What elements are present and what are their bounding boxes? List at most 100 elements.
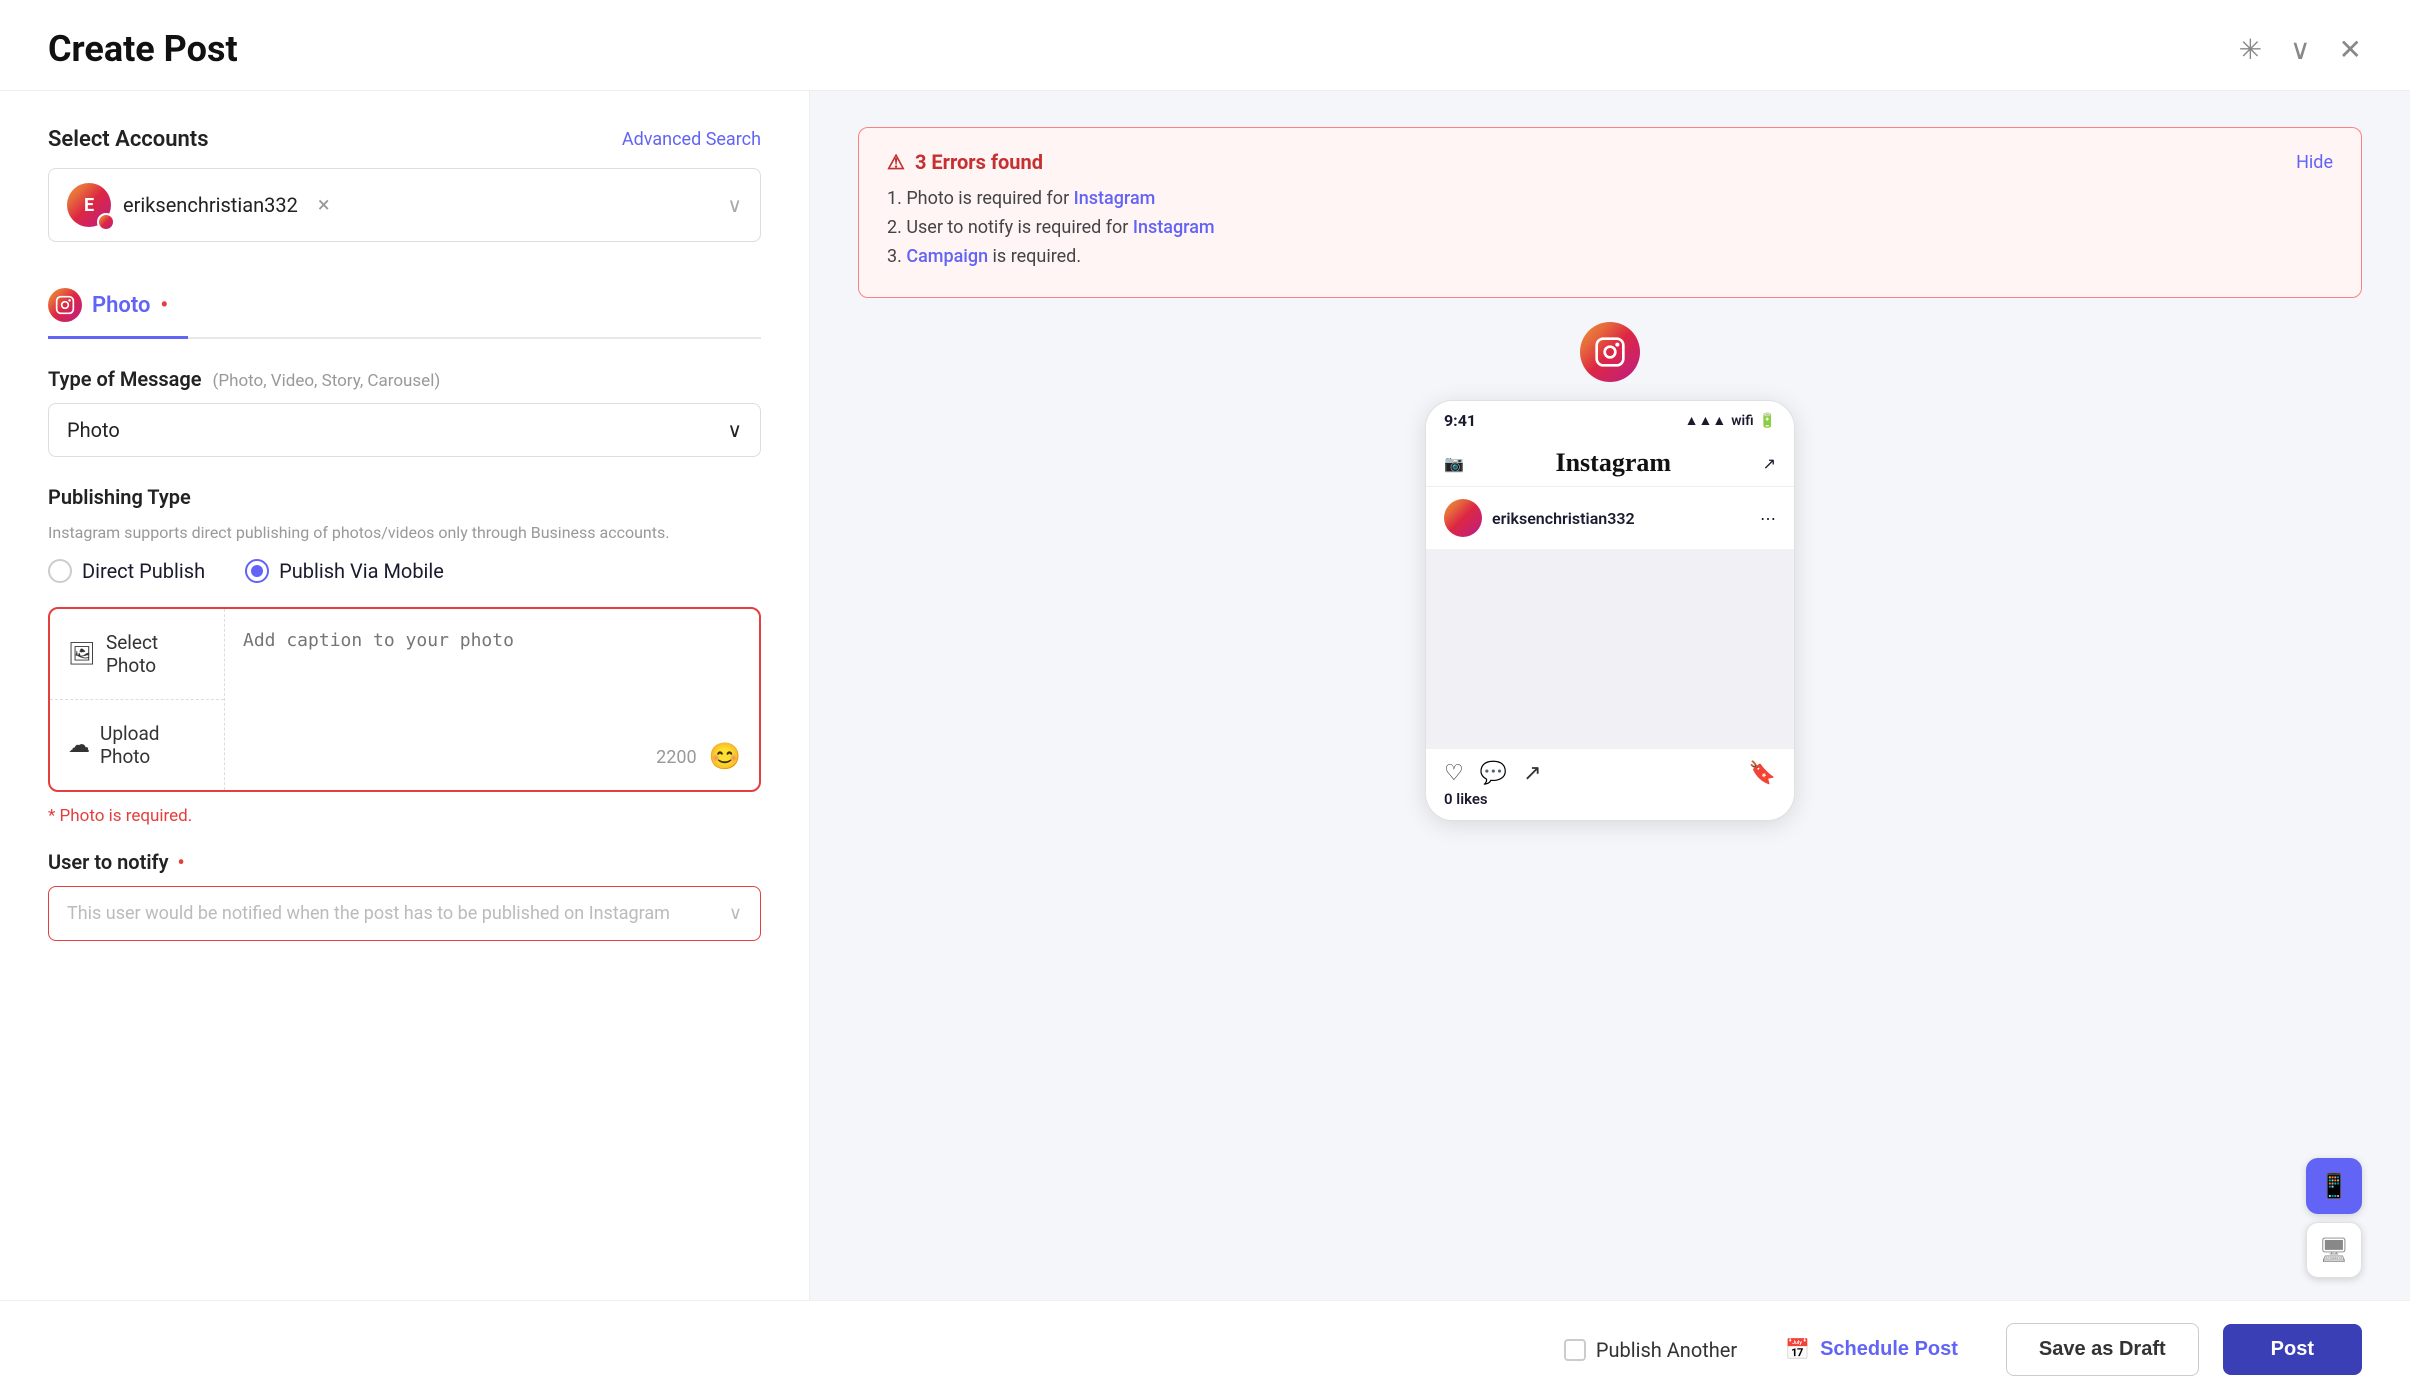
upload-left-panel: 🖼 Select Photo ☁ Upload Photo: [50, 609, 225, 790]
bookmark-icon[interactable]: 🔖: [1749, 761, 1776, 786]
error-banner-header: ⚠ 3 Errors found Hide: [887, 150, 2333, 174]
publish-another-option[interactable]: Publish Another: [1564, 1338, 1737, 1362]
select-photo-button[interactable]: 🖼 Select Photo: [50, 609, 224, 700]
heart-icon[interactable]: ♡: [1444, 761, 1464, 786]
phone-user: eriksenchristian332: [1444, 499, 1635, 537]
instagram-icon: [48, 288, 82, 322]
wifi-icon: wifi: [1731, 413, 1753, 429]
header-actions: ✳ ∨ ✕: [2239, 33, 2362, 66]
app-name: Instagram: [1555, 448, 1671, 478]
ig-badge: [97, 213, 115, 231]
publish-another-checkbox[interactable]: [1564, 1339, 1586, 1361]
type-of-message-group: Type of Message (Photo, Video, Story, Ca…: [48, 367, 761, 457]
bottom-bar: Publish Another 📅 Schedule Post Save as …: [0, 1300, 2410, 1398]
phone-content-area: [1426, 549, 1794, 749]
chevron-down-icon: ∨: [727, 193, 742, 217]
phone-likes: 0 likes: [1426, 790, 1794, 820]
phone-avatar: [1444, 499, 1482, 537]
type-of-message-label: Type of Message (Photo, Video, Story, Ca…: [48, 367, 761, 391]
tabs-container: Photo •: [48, 274, 761, 339]
chevron-down-icon: ∨: [729, 903, 742, 924]
user-to-notify-select[interactable]: This user would be notified when the pos…: [48, 886, 761, 941]
direct-publish-option[interactable]: Direct Publish: [48, 559, 205, 583]
tab-photo[interactable]: Photo •: [48, 274, 188, 339]
main-content: Select Accounts Advanced Search E erikse…: [0, 91, 2410, 1300]
pin-icon[interactable]: ✳: [2239, 33, 2262, 66]
send-icon[interactable]: ↗: [1763, 454, 1776, 473]
account-select-box[interactable]: E eriksenchristian332 × ∨: [48, 168, 761, 242]
share-icon[interactable]: ↗: [1523, 761, 1541, 786]
publishing-type-label: Publishing Type: [48, 485, 761, 509]
user-to-notify-group: User to notify • This user would be noti…: [48, 850, 761, 941]
phone-status-bar: 9:41 ▲▲▲ wifi 🔋: [1426, 401, 1794, 440]
radio-inner: [251, 565, 263, 577]
required-dot: •: [178, 850, 185, 874]
tab-photo-label: Photo: [92, 293, 150, 318]
phone-action-left: ♡ 💬 ↗: [1444, 761, 1542, 786]
upload-icon: ☁: [68, 733, 90, 758]
publish-via-mobile-option[interactable]: Publish Via Mobile: [245, 559, 444, 583]
error-banner-title: ⚠ 3 Errors found: [887, 150, 1043, 174]
error-list: 1. Photo is required for Instagram 2. Us…: [887, 188, 2333, 267]
direct-publish-label: Direct Publish: [82, 559, 205, 583]
desktop-icon: 🖥: [2319, 1236, 2349, 1264]
phone-status-icons: ▲▲▲ wifi 🔋: [1685, 412, 1776, 429]
avatar: E: [67, 183, 111, 227]
caption-input[interactable]: [243, 627, 741, 742]
page-title: Create Post: [48, 28, 238, 70]
device-toggle: 📱 🖥: [2306, 1158, 2362, 1278]
close-icon[interactable]: ✕: [2339, 33, 2362, 66]
phone-actions: ♡ 💬 ↗ 🔖: [1426, 749, 1794, 790]
camera-icon[interactable]: 📷: [1444, 454, 1464, 473]
hide-errors-button[interactable]: Hide: [2296, 152, 2333, 173]
type-of-message-value: Photo: [67, 418, 120, 442]
phone-username: eriksenchristian332: [1492, 509, 1635, 528]
ig-preview-icon: [1580, 322, 1640, 382]
upload-photo-label: Upload Photo: [100, 722, 206, 768]
more-icon[interactable]: ⋯: [1760, 509, 1776, 528]
account-name: eriksenchristian332: [123, 193, 298, 217]
upload-photo-button[interactable]: ☁ Upload Photo: [50, 700, 224, 790]
publishing-type-radio-group: Direct Publish Publish Via Mobile: [48, 559, 761, 583]
chevron-down-icon: ∨: [727, 418, 742, 442]
desktop-view-button[interactable]: 🖥: [2306, 1222, 2362, 1278]
post-button[interactable]: Post: [2223, 1324, 2362, 1375]
error-instagram-link-2[interactable]: Instagram: [1133, 217, 1215, 238]
schedule-post-button[interactable]: 📅 Schedule Post: [1761, 1323, 1982, 1376]
publish-via-mobile-label: Publish Via Mobile: [279, 559, 444, 583]
save-as-draft-button[interactable]: Save as Draft: [2006, 1323, 2199, 1376]
upload-area: 🖼 Select Photo ☁ Upload Photo 2200 😊: [48, 607, 761, 792]
type-of-message-select[interactable]: Photo ∨: [48, 403, 761, 457]
error-instagram-link-1[interactable]: Instagram: [1074, 188, 1156, 209]
phone-time: 9:41: [1444, 411, 1476, 430]
chevron-down-icon[interactable]: ∨: [2290, 33, 2311, 66]
account-tag: E eriksenchristian332 ×: [67, 183, 330, 227]
warning-icon: ⚠: [887, 150, 905, 174]
error-item-2: 2. User to notify is required for Instag…: [887, 217, 2333, 238]
page-header: Create Post ✳ ∨ ✕: [0, 0, 2410, 91]
select-accounts-label: Select Accounts: [48, 127, 209, 152]
publish-another-label: Publish Another: [1596, 1338, 1737, 1362]
error-banner: ⚠ 3 Errors found Hide 1. Photo is requir…: [858, 127, 2362, 298]
emoji-button[interactable]: 😊: [709, 742, 741, 772]
user-to-notify-placeholder: This user would be notified when the pos…: [67, 903, 670, 924]
battery-icon: 🔋: [1759, 413, 1776, 429]
phone-preview-container: 9:41 ▲▲▲ wifi 🔋 📷 Instagram ↗: [858, 322, 2362, 1264]
publishing-type-section: Publishing Type Instagram supports direc…: [48, 485, 761, 583]
comment-icon[interactable]: 💬: [1480, 761, 1507, 786]
phone-nav-bar: 📷 Instagram ↗: [1426, 440, 1794, 487]
left-panel: Select Accounts Advanced Search E erikse…: [0, 91, 810, 1300]
char-count: 2200: [656, 747, 696, 768]
mobile-icon: 📱: [2319, 1172, 2349, 1200]
error-campaign-link[interactable]: Campaign: [906, 246, 988, 267]
photo-icon: 🖼: [68, 642, 96, 667]
remove-account-button[interactable]: ×: [318, 193, 330, 218]
user-to-notify-label: User to notify •: [48, 850, 761, 874]
mobile-view-button[interactable]: 📱: [2306, 1158, 2362, 1214]
radio-direct[interactable]: [48, 559, 72, 583]
calendar-icon: 📅: [1785, 1337, 1810, 1362]
radio-mobile[interactable]: [245, 559, 269, 583]
upload-right-panel: 2200 😊: [225, 609, 759, 790]
advanced-search-link[interactable]: Advanced Search: [622, 129, 761, 150]
required-indicator: •: [160, 293, 168, 318]
